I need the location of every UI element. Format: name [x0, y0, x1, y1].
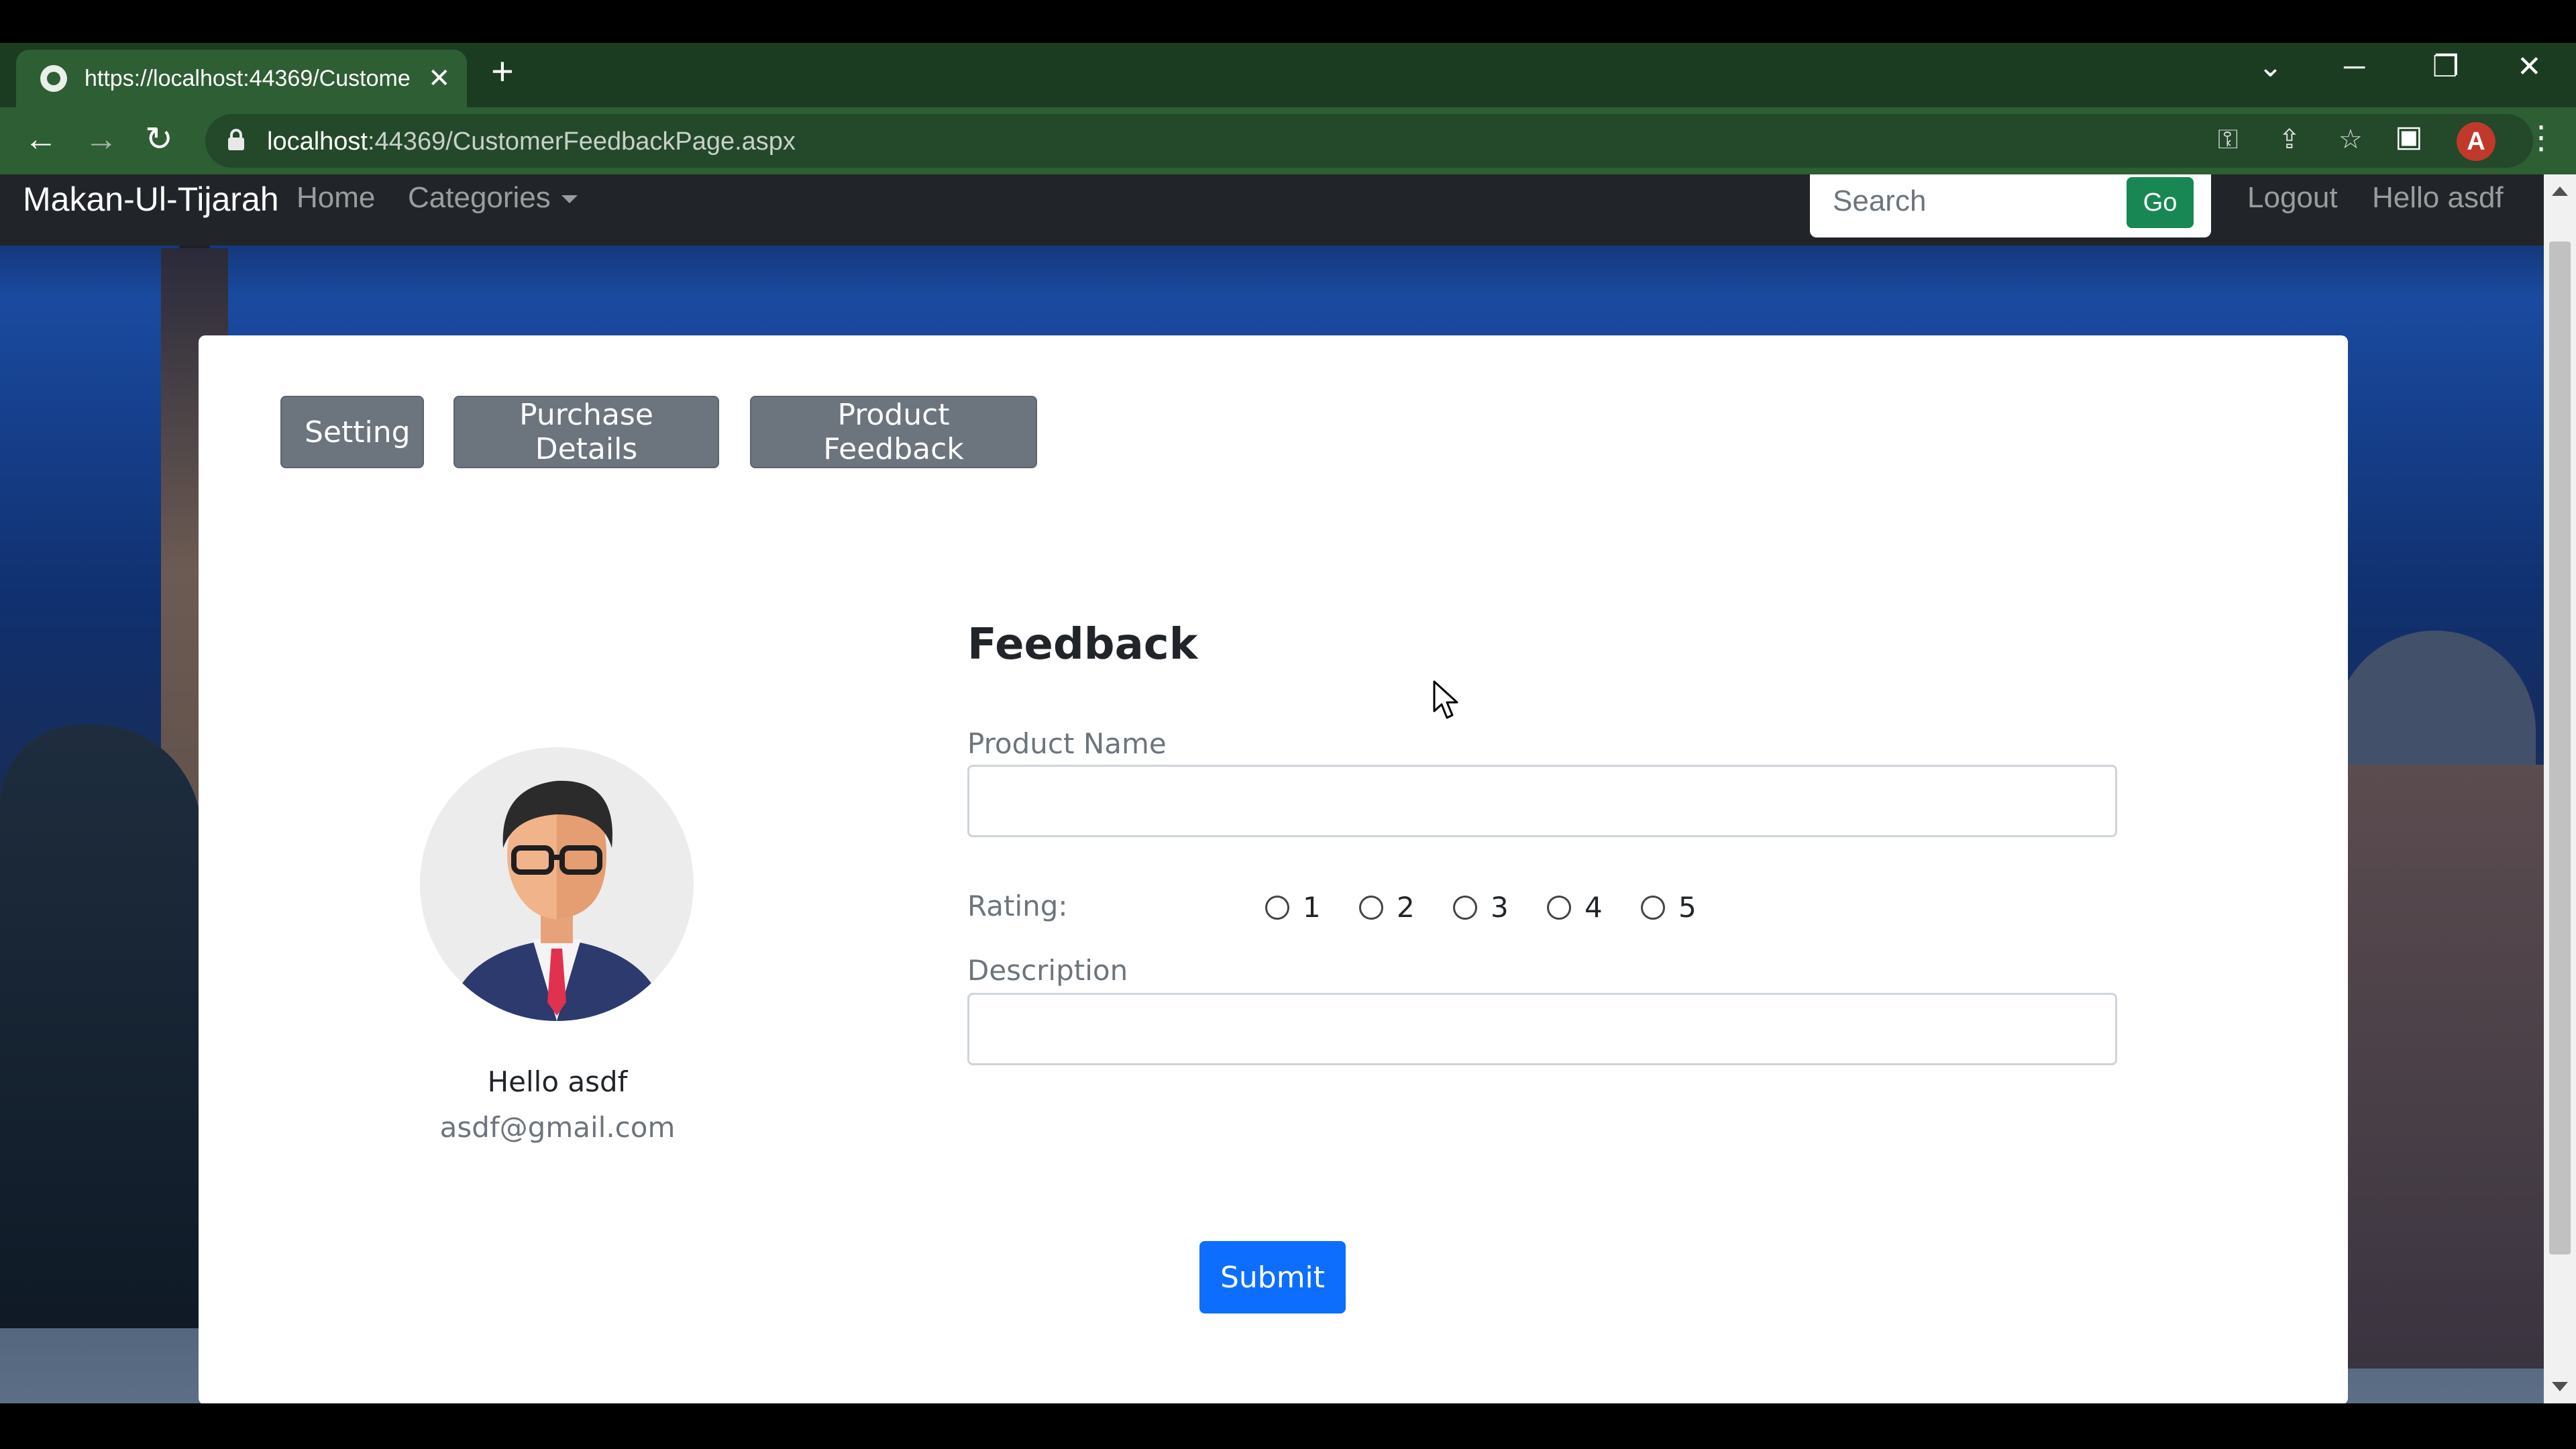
profile-avatar[interactable]: A — [2457, 122, 2496, 161]
rating-option-1[interactable]: 1 — [1265, 891, 1359, 924]
businessman-avatar-icon — [420, 747, 694, 1021]
tab-title: https://localhost:44369/Custome — [85, 65, 411, 91]
user-greeting: Hello asdf — [487, 1065, 628, 1098]
screen-top-border — [0, 0, 2576, 43]
radio-button[interactable] — [1547, 895, 1571, 920]
rating-radio-group: 1 2 3 4 5 — [1265, 891, 1735, 924]
lock-icon[interactable] — [228, 129, 244, 150]
brand-logo[interactable]: Makan-Ul-Tijarah — [23, 180, 279, 219]
search-form: Go — [1810, 174, 2211, 237]
back-icon[interactable]: ← — [24, 122, 58, 156]
feedback-card: Setting Purchase Details Product Feedbac… — [199, 335, 2348, 1403]
avatar — [420, 747, 694, 1021]
window-close-icon[interactable]: ✕ — [2517, 52, 2542, 82]
purchase-details-button[interactable]: Purchase Details — [453, 396, 719, 468]
url-text[interactable]: localhost:44369/CustomerFeedbackPage.asp… — [267, 127, 796, 156]
tab-close-icon[interactable]: ✕ — [428, 65, 451, 92]
user-email: asdf@gmail.com — [439, 1111, 676, 1144]
go-button[interactable]: Go — [2127, 177, 2194, 228]
browser-toolbar: ← → ↻ localhost:44369/CustomerFeedbackPa… — [0, 107, 2576, 174]
background-trees — [0, 724, 201, 1328]
dropdown-caret-icon — [561, 195, 578, 204]
setting-button[interactable]: Setting — [280, 396, 424, 468]
key-icon[interactable]: ⚿ — [2218, 126, 2238, 153]
nav-categories[interactable]: Categories — [408, 181, 578, 215]
page-viewport: Makan-Ul-Tijarah Home Categories Go Logo… — [0, 174, 2544, 1403]
rating-option-5[interactable]: 5 — [1641, 891, 1735, 924]
address-bar[interactable]: localhost:44369/CustomerFeedbackPage.asp… — [205, 114, 2533, 168]
new-tab-icon[interactable]: + — [491, 52, 514, 91]
rating-option-3[interactable]: 3 — [1453, 891, 1547, 924]
feedback-title: Feedback — [967, 620, 1198, 669]
rating-option-2[interactable]: 2 — [1359, 891, 1453, 924]
forward-icon[interactable]: → — [85, 122, 118, 156]
restore-icon[interactable]: ❐ — [2432, 52, 2459, 82]
reload-icon[interactable]: ↻ — [145, 122, 173, 156]
page-scrollbar[interactable] — [2544, 174, 2576, 1403]
screen-bottom-border — [0, 1403, 2576, 1449]
radio-button[interactable] — [1359, 895, 1383, 920]
browser-menu-icon[interactable]: ⋮ — [2525, 122, 2557, 154]
description-input[interactable] — [967, 993, 2117, 1065]
nav-hello-user[interactable]: Hello asdf — [2372, 181, 2504, 215]
description-label: Description — [967, 954, 1128, 987]
minimize-icon[interactable]: ─ — [2344, 52, 2365, 82]
submit-button[interactable]: Submit — [1199, 1241, 1346, 1313]
scroll-down-icon[interactable] — [2552, 1382, 2568, 1391]
product-feedback-button[interactable]: Product Feedback — [750, 396, 1037, 468]
radio-button[interactable] — [1453, 895, 1477, 920]
scroll-thumb[interactable] — [2549, 241, 2571, 1254]
nav-logout[interactable]: Logout — [2247, 181, 2338, 215]
product-name-input[interactable] — [967, 765, 2117, 837]
product-name-label: Product Name — [967, 727, 1167, 760]
scroll-up-icon[interactable] — [2552, 186, 2568, 196]
nav-home[interactable]: Home — [297, 181, 375, 215]
background-building — [2321, 765, 2544, 1368]
side-panel-icon[interactable]: ▣ — [2395, 122, 2423, 152]
rating-option-4[interactable]: 4 — [1547, 891, 1641, 924]
bookmark-star-icon[interactable]: ☆ — [2339, 126, 2363, 153]
mouse-cursor-icon — [1433, 680, 1458, 719]
site-navbar: Makan-Ul-Tijarah Home Categories Go Logo… — [0, 174, 2544, 246]
radio-button[interactable] — [1265, 895, 1289, 920]
browser-tab-bar: https://localhost:44369/Custome ✕ + ⌄ ─ … — [0, 43, 2576, 107]
share-icon[interactable]: ⇪ — [2278, 126, 2301, 153]
tab-search-icon[interactable]: ⌄ — [2258, 52, 2283, 82]
globe-icon — [40, 65, 67, 92]
browser-tab[interactable]: https://localhost:44369/Custome ✕ — [16, 50, 467, 107]
radio-button[interactable] — [1641, 895, 1665, 920]
rating-label: Rating: — [967, 890, 1068, 922]
background-dome — [2334, 631, 2536, 778]
search-input[interactable] — [1810, 174, 2125, 235]
